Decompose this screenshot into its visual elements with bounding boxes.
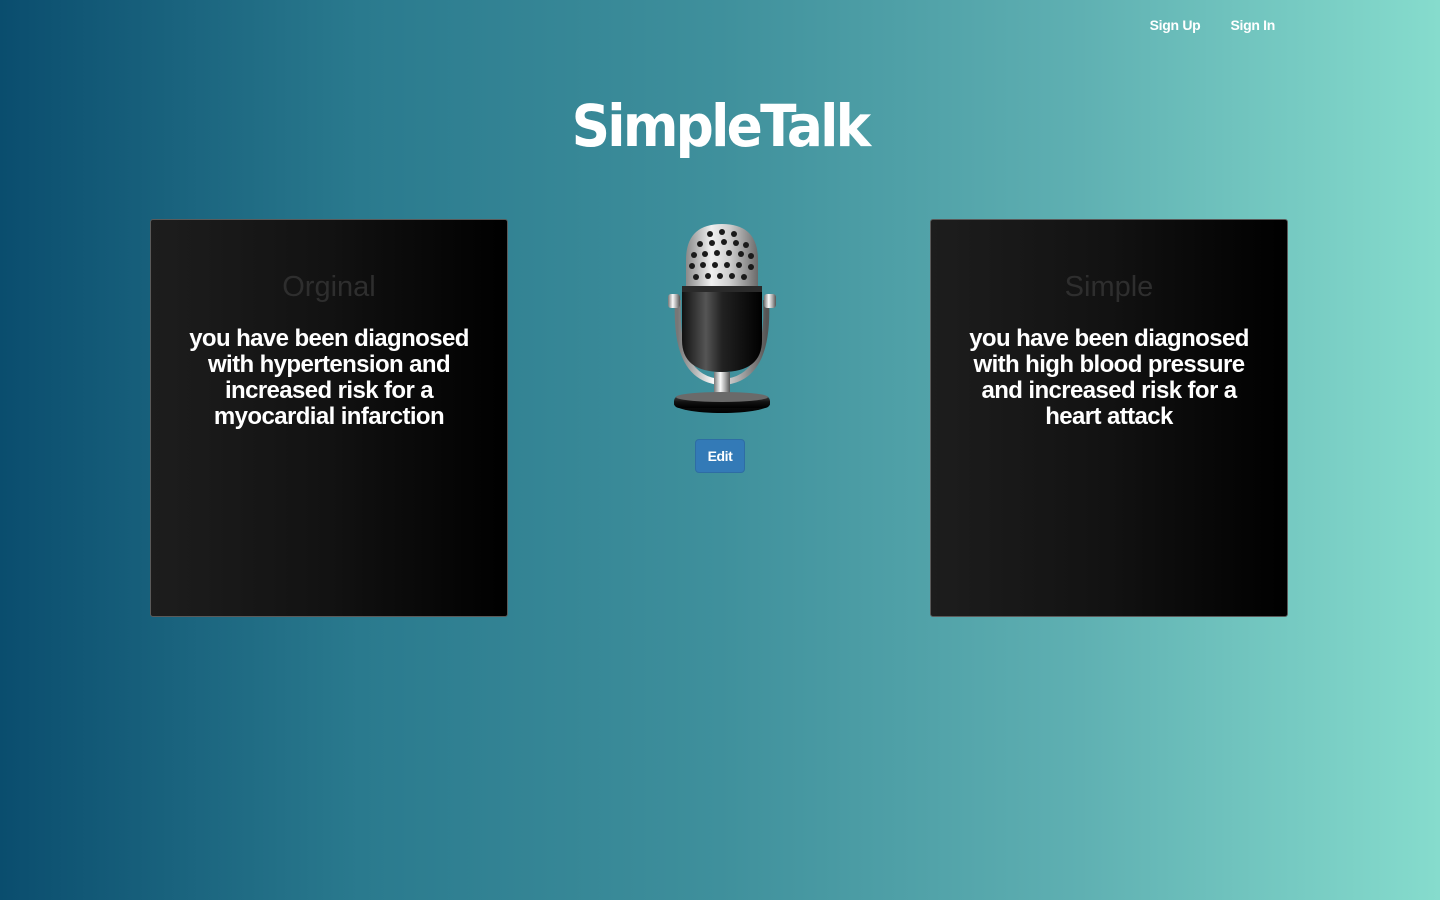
simple-card-title: Simple <box>1064 271 1154 303</box>
original-card-text: you have been diagnosed with hypertensio… <box>189 325 469 430</box>
microphone-icon[interactable] <box>660 220 784 418</box>
app-logo: SimpleTalk <box>571 92 871 160</box>
sign-in-link[interactable]: Sign In <box>1230 17 1275 33</box>
sign-up-link[interactable]: Sign Up <box>1150 17 1201 33</box>
simple-text-card: Simple you have been diagnosed with high… <box>930 219 1288 617</box>
edit-button[interactable]: Edit <box>695 439 745 473</box>
simple-card-text: you have been diagnosed with high blood … <box>969 325 1249 430</box>
top-nav: Sign Up Sign In <box>1150 17 1276 33</box>
original-text-card: Orginal you have been diagnosed with hyp… <box>150 219 508 617</box>
original-card-title: Orginal <box>282 271 376 303</box>
